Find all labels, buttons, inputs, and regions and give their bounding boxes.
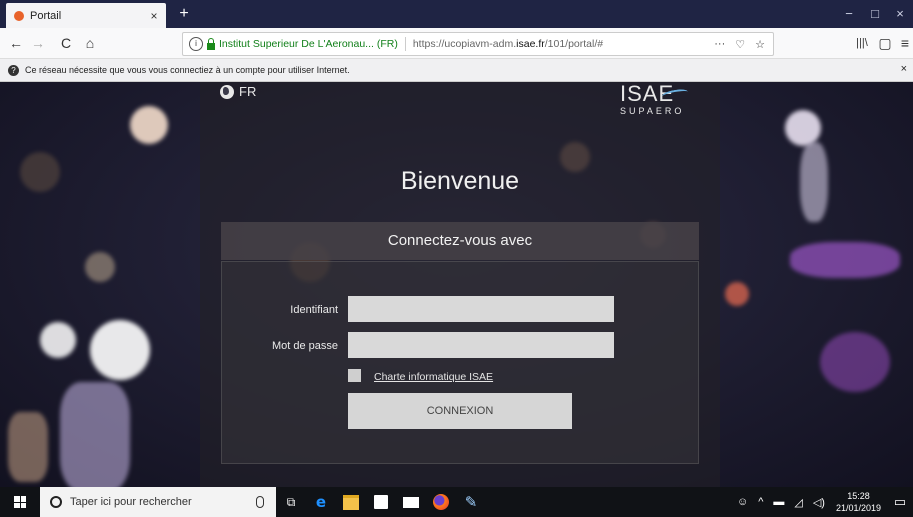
charter-link[interactable]: Charte informatique ISAE (374, 371, 493, 383)
microphone-icon[interactable] (256, 496, 264, 508)
store-icon[interactable] (366, 487, 396, 517)
portal-page: FR ISAE SUPAERO Bienvenue Connectez-vous… (0, 82, 913, 487)
captive-portal-notification: ? Ce réseau nécessite que vous vous conn… (0, 59, 913, 82)
paint-icon[interactable]: ✎ (456, 487, 486, 517)
welcome-heading: Bienvenue (400, 167, 520, 195)
bokeh-light (8, 412, 48, 482)
task-view-icon[interactable]: ⧉ (276, 487, 306, 517)
start-button[interactable] (0, 487, 40, 517)
bookmark-star-icon[interactable]: ☆ (755, 38, 765, 51)
logo-sub-text: SUPAERO (620, 106, 685, 116)
globe-icon (220, 84, 234, 99)
bokeh-light (85, 252, 115, 282)
people-icon[interactable]: ☺ (732, 496, 753, 508)
browser-titlebar: Portail × + − □ × (0, 0, 913, 28)
bokeh-light (130, 106, 168, 144)
library-icon[interactable]: |||\ (852, 33, 872, 53)
new-tab-button[interactable]: + (174, 3, 194, 25)
bokeh-light (785, 110, 821, 146)
url-separator (404, 37, 406, 51)
site-identity[interactable]: Institut Superieur De L'Aeronau... (FR) (219, 38, 398, 50)
url-text[interactable]: https://ucopiavm-adm.isae.fr/101/portal/… (413, 38, 714, 50)
login-header: Connectez-vous avec (221, 222, 699, 260)
tab-title: Portail (30, 9, 62, 22)
address-bar[interactable]: i Institut Superieur De L'Aeronau... (FR… (182, 32, 774, 56)
charter-checkbox[interactable] (348, 369, 361, 382)
close-window-button[interactable]: × (884, 0, 913, 28)
language-selector[interactable]: FR (220, 84, 256, 99)
bokeh-light (20, 152, 60, 192)
clock[interactable]: 15:28 21/01/2019 (830, 490, 887, 514)
tab-portail[interactable]: Portail × (6, 3, 166, 28)
url-tools: ··· ♡ ☆ (714, 38, 765, 51)
password-label: Mot de passe (271, 340, 338, 352)
pocket-icon[interactable]: ♡ (735, 38, 745, 51)
url-prefix: https://ucopiavm-adm. (412, 38, 517, 50)
notifications-icon[interactable]: ▭ (887, 494, 913, 510)
bokeh-light (820, 332, 890, 392)
lock-icon[interactable] (207, 37, 215, 50)
navigation-toolbar: ← → C ⌂ i Institut Superieur De L'Aerona… (0, 28, 913, 59)
wifi-icon[interactable]: ◿ (789, 496, 807, 509)
url-path: /101/portal/# (544, 38, 604, 50)
connexion-button[interactable]: CONNEXION (348, 393, 572, 429)
edge-icon[interactable]: e (306, 487, 336, 517)
bokeh-light (90, 320, 150, 380)
username-label: Identifiant (290, 304, 338, 316)
taskbar-search[interactable]: Taper ici pour rechercher (40, 487, 276, 517)
portal-favicon-icon (14, 10, 24, 21)
battery-icon[interactable]: ▬ (768, 496, 789, 508)
cortana-icon (50, 496, 62, 508)
url-domain: isae.fr (516, 38, 545, 50)
notification-text: Ce réseau nécessite que vous vous connec… (25, 65, 350, 75)
forward-icon[interactable]: → (28, 33, 48, 53)
menu-icon[interactable]: ≡ (898, 33, 912, 53)
isae-supaero-logo: ISAE SUPAERO (620, 82, 700, 122)
windows-logo-icon (14, 496, 26, 508)
bokeh-light (40, 322, 76, 358)
file-explorer-icon[interactable] (336, 487, 366, 517)
sidebar-icon[interactable]: ▢ (875, 33, 895, 53)
tab-close-icon[interactable]: × (146, 9, 162, 23)
search-placeholder: Taper ici pour rechercher (70, 496, 192, 508)
clock-time: 15:28 (847, 491, 870, 501)
bokeh-light (60, 382, 130, 487)
back-icon[interactable]: ← (6, 33, 26, 53)
help-icon: ? (8, 64, 19, 76)
bokeh-light (790, 242, 900, 278)
password-input[interactable] (348, 332, 614, 358)
info-icon[interactable]: i (189, 37, 203, 51)
system-tray: ☺ ^ ▬ ◿ ◁) 15:28 21/01/2019 ▭ (732, 487, 913, 517)
login-form (221, 261, 699, 464)
mail-icon[interactable] (396, 487, 426, 517)
reload-icon[interactable]: C (56, 33, 76, 53)
firefox-icon[interactable] (426, 487, 456, 517)
bokeh-light (800, 142, 828, 222)
volume-icon[interactable]: ◁) (808, 496, 830, 509)
show-hidden-icons-icon[interactable]: ^ (753, 496, 768, 508)
notification-close-icon[interactable]: × (901, 63, 907, 75)
clock-date: 21/01/2019 (835, 503, 881, 513)
home-icon[interactable]: ⌂ (80, 33, 100, 53)
windows-taskbar: Taper ici pour rechercher ⧉ e ✎ ☺ ^ ▬ ◿ … (0, 487, 913, 517)
username-input[interactable] (348, 296, 614, 322)
page-actions-icon[interactable]: ··· (714, 38, 725, 51)
bokeh-light (725, 282, 749, 306)
language-label: FR (239, 84, 257, 99)
